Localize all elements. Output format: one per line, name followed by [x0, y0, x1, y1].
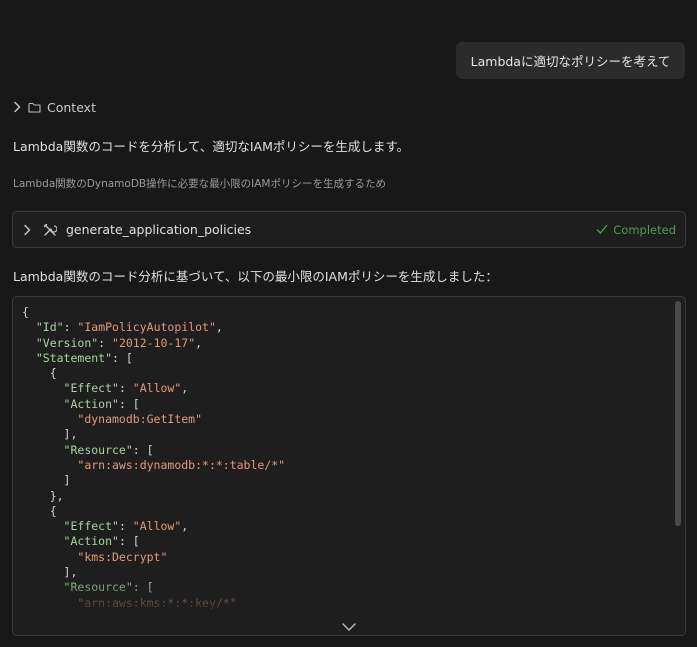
tool-call-reason: Lambda関数のDynamoDB操作に必要な最小限のIAMポリシーを生成するた…: [13, 178, 386, 190]
code-line: ]: [22, 473, 285, 488]
json-punctuation: [22, 397, 64, 411]
context-toggle[interactable]: Context: [12, 97, 96, 117]
json-punctuation: [22, 519, 64, 533]
json-punctuation: [22, 534, 64, 548]
json-key: "Id": [35, 320, 64, 335]
json-key: "Action": [63, 534, 119, 549]
json-punctuation: [22, 381, 64, 395]
code-line: "arn:aws:dynamodb:*:*:table/*": [22, 458, 285, 473]
context-label: Context: [47, 99, 96, 115]
json-punctuation: [22, 336, 36, 350]
json-punctuation: {: [22, 305, 29, 319]
json-string: "Allow": [132, 519, 182, 534]
json-punctuation: {: [22, 503, 57, 518]
code-scrollbar[interactable]: [675, 301, 681, 526]
tool-call-status-label: Completed: [613, 222, 676, 237]
code-line: "Id": "IamPolicyAutopilot",: [22, 320, 285, 335]
assistant-summary-text: Lambda関数のコード分析に基づいて、以下の最小限のIAMポリシーを生成しまし…: [13, 269, 498, 284]
json-punctuation: ,: [181, 381, 189, 396]
code-line: {: [22, 504, 285, 519]
json-key: "Statement": [35, 350, 113, 365]
json-punctuation: :: [118, 381, 133, 396]
code-line: "kms:Decrypt": [22, 550, 285, 565]
json-punctuation: [22, 351, 36, 365]
code-line: "Effect": "Allow",: [22, 519, 285, 534]
code-line: "dynamodb:GetItem": [22, 412, 285, 427]
chat-panel: · · · · · · · · · Lambdaに適切なポリシーを考えて Con…: [0, 0, 697, 647]
json-string: "2012-10-17": [112, 335, 196, 350]
json-punctuation: :: [118, 519, 133, 534]
json-key: "Resource": [63, 442, 133, 457]
json-string: "Allow": [132, 381, 182, 396]
code-line: {: [22, 366, 285, 381]
json-punctuation: : [: [118, 396, 140, 411]
code-line: ],: [22, 427, 285, 442]
assistant-intro-text: Lambda関数のコードを分析して、適切なIAMポリシーを生成します。: [13, 139, 410, 154]
json-string: "kms:Decrypt": [77, 549, 168, 564]
code-line: "Effect": "Allow",: [22, 381, 285, 396]
json-punctuation: : [: [118, 534, 140, 549]
code-line: "Action": [: [22, 397, 285, 412]
code-line: },: [22, 489, 285, 504]
code-line: {: [22, 305, 285, 320]
json-punctuation: [22, 550, 77, 564]
expand-chevron-down-icon[interactable]: [341, 622, 357, 632]
json-string: "IamPolicyAutopilot": [77, 320, 216, 335]
user-message-bubble: Lambdaに適切なポリシーを考えて: [456, 42, 685, 79]
code-content: { "Id": "IamPolicyAutopilot", "Version":…: [22, 305, 285, 611]
json-punctuation: : [: [132, 442, 154, 457]
json-punctuation: ,: [181, 519, 189, 534]
tool-call-card[interactable]: generate_application_policies Completed: [12, 211, 686, 248]
chevron-right-icon: [24, 224, 31, 235]
json-key: "Effect": [63, 381, 119, 396]
code-line: "Statement": [: [22, 351, 285, 366]
json-string: "dynamodb:GetItem": [77, 412, 203, 427]
json-punctuation: {: [22, 366, 57, 381]
folder-icon: [28, 102, 41, 113]
code-line: "Version": "2012-10-17",: [22, 336, 285, 351]
code-line: "Action": [: [22, 534, 285, 549]
json-punctuation: },: [22, 488, 64, 503]
tool-call-status: Completed: [596, 223, 676, 237]
json-key: "Effect": [63, 519, 119, 534]
code-line: "Resource": [: [22, 443, 285, 458]
user-message-text: Lambdaに適切なポリシーを考えて: [470, 54, 671, 69]
json-key: "Version": [35, 335, 99, 350]
code-block[interactable]: { "Id": "IamPolicyAutopilot", "Version":…: [12, 296, 686, 636]
json-string: "arn:aws:dynamodb:*:*:table/*": [77, 457, 286, 472]
json-punctuation: :: [98, 335, 113, 350]
json-punctuation: [22, 443, 64, 457]
check-icon: [597, 224, 608, 234]
json-punctuation: [22, 412, 77, 426]
json-punctuation: ]: [22, 473, 71, 488]
json-punctuation: ,: [215, 320, 223, 335]
chevron-right-icon: [14, 101, 21, 113]
json-punctuation: ],: [22, 427, 78, 442]
json-punctuation: :: [63, 320, 78, 335]
json-punctuation: : [: [112, 350, 133, 365]
json-punctuation: ,: [195, 335, 203, 350]
header-strip: · · · · · · · · ·: [250, 0, 530, 3]
json-punctuation: [22, 320, 36, 334]
json-key: "Action": [63, 396, 119, 411]
tool-call-name: generate_application_policies: [66, 222, 252, 237]
json-punctuation: [22, 458, 77, 472]
tools-icon: [43, 223, 57, 236]
